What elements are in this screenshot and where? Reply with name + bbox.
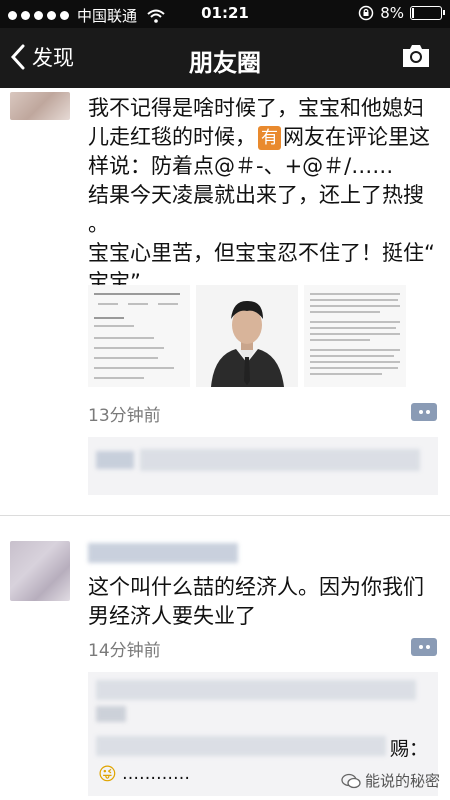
post-text-fragment: 儿走红毯的时候， [88,125,256,149]
back-button[interactable]: 发现 [10,42,74,72]
orientation-lock-icon [358,5,374,21]
post-text-line: 儿走红毯的时候，有网友在评论里这 [88,123,438,152]
comment-text: ………… [122,764,190,784]
back-label: 发现 [32,46,74,70]
dot-icon [418,645,423,649]
post-timestamp: 13分钟前 [88,406,161,426]
post-text: 这个叫什么喆的经济人。因为你我们 男经济人要失业了 [88,573,438,631]
camera-button[interactable] [400,42,432,74]
post-image[interactable] [88,285,190,387]
post-text: 我不记得是啥时候了，宝宝和他媳妇 儿走红毯的时候，有网友在评论里这 样说：防着点… [88,94,438,297]
comments-box [88,437,438,495]
avatar[interactable] [10,92,70,120]
comment-button[interactable] [411,403,437,421]
wechat-icon [341,773,361,788]
post-text-line: 这个叫什么喆的经济人。因为你我们 [88,575,424,599]
winking-face-icon: 😜 [98,764,117,785]
blurred-comment [140,449,420,471]
post-timestamp: 14分钟前 [88,641,161,661]
nav-bar: 发现 朋友圈 [0,28,450,88]
battery-percent: 8% [380,4,404,22]
status-bar: 中国联通 01:21 8% [0,0,450,28]
post-text-line: 样说：防着点@＃-、+@＃/…… [88,154,394,178]
post-text-line: 我不记得是啥时候了，宝宝和他媳妇 [88,96,424,120]
blurred-username [88,543,238,563]
emoji-chip: 有 [258,126,281,150]
post-text-fragment: 网友在评论里这 [283,125,430,149]
dot-icon [418,410,423,414]
camera-icon [403,45,429,67]
post-divider [0,515,450,516]
dot-icon [425,645,430,649]
post-text-line: 。 [88,212,109,236]
avatar[interactable] [10,541,70,601]
portrait-photo [196,285,298,387]
blurred-comment [96,451,134,469]
comment-text: 赐： [390,738,429,760]
comment-button[interactable] [411,638,437,656]
battery-icon [410,6,445,20]
post-text-line: 结果今天凌晨就出来了，还上了热搜 [88,183,424,207]
blurred-comment [96,736,386,756]
post-image[interactable] [304,285,406,387]
watermark: 能说的秘密 [341,770,440,791]
battery-fill [412,8,414,18]
dot-icon [425,410,430,414]
blurred-comment [96,680,416,700]
watermark-text: 能说的秘密 [364,772,440,790]
post-image[interactable] [196,285,298,387]
blurred-comment [96,706,126,722]
post-text-line: 男经济人要失业了 [88,604,256,628]
chevron-left-icon [10,44,25,70]
post-text-line: 宝宝心里苦，但宝宝忍不住了！挺住“ [88,241,435,265]
